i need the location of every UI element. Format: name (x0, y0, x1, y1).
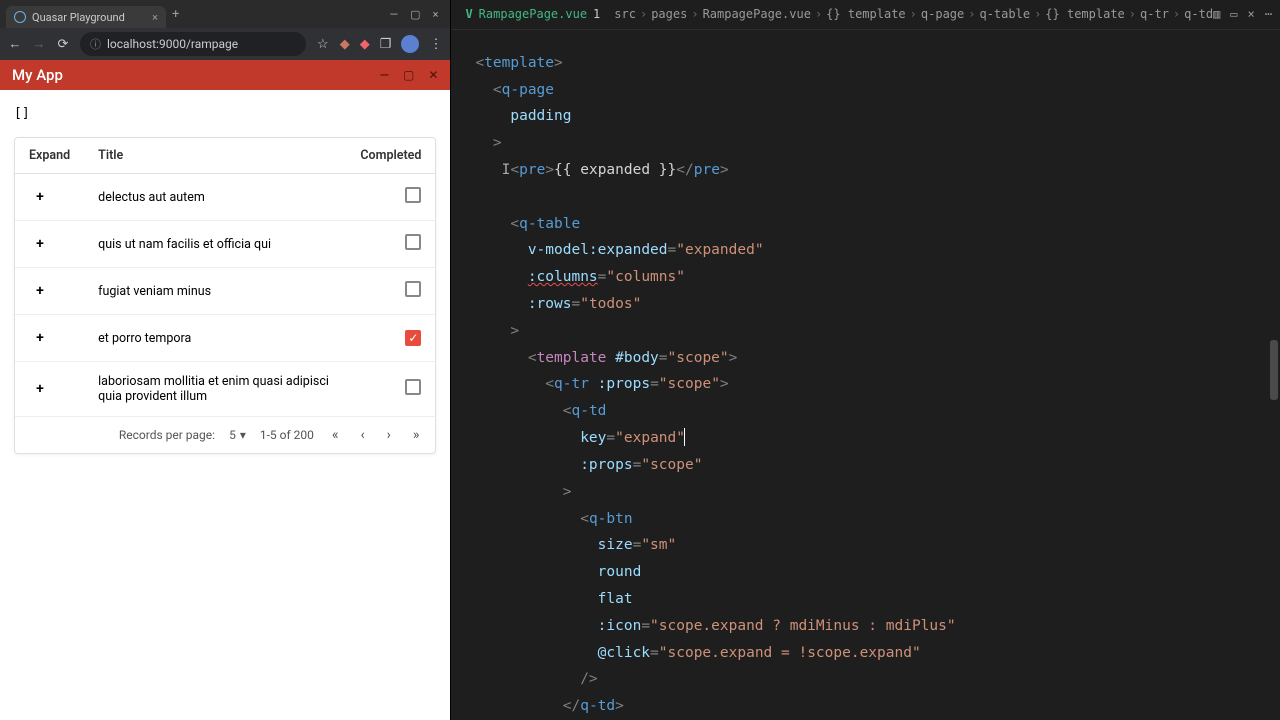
browser-tab-active[interactable]: Quasar Playground × (6, 6, 166, 28)
scrollbar-thumb[interactable] (1270, 340, 1278, 400)
crumb[interactable]: q-page (921, 7, 964, 21)
extensions-icon[interactable]: ◆ (340, 37, 350, 52)
row-title: delectus aut autem (84, 174, 346, 221)
expand-button[interactable]: + (29, 280, 51, 302)
crumb[interactable]: RampagePage.vue (703, 7, 811, 21)
table-row: + quis ut nam facilis et officia qui (15, 221, 435, 268)
prev-page-button[interactable]: ‹ (356, 427, 368, 443)
crumb[interactable]: pages (651, 7, 687, 21)
completed-checkbox[interactable] (405, 330, 421, 346)
close-window-icon[interactable]: × (433, 8, 439, 21)
code-content[interactable]: <template> <q-page padding > I<pre>{{ ex… (475, 50, 1280, 720)
site-info-icon[interactable]: ⓘ (90, 36, 101, 52)
col-expand[interactable]: Expand (15, 138, 84, 174)
completed-checkbox[interactable] (405, 187, 421, 203)
table-row: + laboriosam mollitia et enim quasi adip… (15, 362, 435, 417)
next-page-button[interactable]: › (383, 427, 395, 443)
table-row: + delectus aut autem (15, 174, 435, 221)
records-label: Records per page: (119, 428, 215, 442)
text-cursor (684, 428, 685, 446)
per-page-value: 5 (229, 428, 236, 442)
expand-button[interactable]: + (29, 233, 51, 255)
kebab-menu-icon[interactable] (429, 37, 442, 52)
favicon-icon (14, 11, 26, 23)
crumb[interactable]: {} template (826, 7, 905, 21)
crumb[interactable]: q-table (979, 7, 1030, 21)
file-tab[interactable]: V RampagePage.vue 1 (459, 7, 606, 21)
per-page-select[interactable]: 5 ▾ (229, 428, 246, 442)
vue-logo-icon: V (465, 7, 472, 21)
layout-icon[interactable]: ▭ (1230, 7, 1237, 21)
row-title: quis ut nam facilis et officia qui (84, 221, 346, 268)
expand-button[interactable]: + (29, 378, 51, 400)
new-tab-button[interactable]: + (166, 7, 185, 22)
close-tab-icon[interactable]: × (152, 11, 158, 24)
expand-button[interactable]: + (29, 327, 51, 349)
expand-button[interactable]: + (29, 186, 51, 208)
app-header: My App — ▢ ✕ (0, 60, 450, 90)
browser-tabbar: Quasar Playground × + — ▢ × (0, 0, 450, 28)
app-maximize-icon[interactable]: ▢ (403, 68, 414, 82)
browser-window: Quasar Playground × + — ▢ × ← → ⟳ ⓘ loca… (0, 0, 451, 720)
completed-checkbox[interactable] (405, 234, 421, 250)
problem-count: 1 (593, 7, 600, 21)
app-body: [] Expand Title Completed + delectus aut… (0, 90, 450, 720)
browser-toolbar: ← → ⟳ ⓘ localhost:9000/rampage ◆ ◆ ❐ (0, 28, 450, 60)
reload-button[interactable]: ⟳ (56, 37, 70, 52)
crumb[interactable]: q-tr (1140, 7, 1169, 21)
maximize-icon[interactable]: ▢ (410, 8, 420, 21)
profile-avatar[interactable] (401, 35, 419, 53)
editor-actions: ▥ ▭ × ⋯ (1213, 7, 1272, 21)
file-name: RampagePage.vue (479, 7, 587, 21)
close-editor-icon[interactable]: × (1248, 7, 1255, 21)
minimize-icon[interactable]: — (390, 8, 399, 21)
row-title: et porro tempora (84, 315, 346, 362)
code-area[interactable]: <template> <q-page padding > I<pre>{{ ex… (451, 30, 1280, 720)
table-row: + fugiat veniam minus (15, 268, 435, 315)
table-header-row: Expand Title Completed (15, 138, 435, 174)
completed-checkbox[interactable] (405, 281, 421, 297)
data-table: Expand Title Completed + delectus aut au… (14, 137, 436, 454)
table-row: + et porro tempora (15, 315, 435, 362)
table-footer: Records per page: 5 ▾ 1-5 of 200 « ‹ › » (15, 416, 435, 453)
chrome-window-controls: — ▢ × (390, 8, 445, 21)
url-text: localhost:9000/rampage (107, 37, 238, 51)
crumb[interactable]: src (614, 7, 636, 21)
last-page-button[interactable]: » (409, 427, 424, 443)
col-title[interactable]: Title (84, 138, 346, 174)
completed-checkbox[interactable] (405, 379, 421, 395)
first-page-button[interactable]: « (328, 427, 343, 443)
app-close-icon[interactable]: ✕ (428, 68, 438, 82)
editor-tabbar: V RampagePage.vue 1 src› pages› RampageP… (451, 0, 1280, 30)
app-title: My App (12, 66, 63, 84)
chevron-down-icon: ▾ (240, 428, 246, 442)
app-minimize-icon[interactable]: — (380, 68, 389, 82)
tab-title: Quasar Playground (32, 11, 146, 24)
crumb[interactable]: q-td (1184, 7, 1213, 21)
url-bar[interactable]: ⓘ localhost:9000/rampage (80, 32, 306, 56)
back-button[interactable]: ← (8, 36, 22, 52)
split-editor-icon[interactable]: ▥ (1213, 7, 1220, 21)
browser-toolbar-icons: ◆ ◆ ❐ (340, 35, 443, 53)
breadcrumb[interactable]: src› pages› RampagePage.vue› {} template… (614, 7, 1213, 21)
puzzle-icon[interactable]: ❐ (380, 37, 392, 52)
app-window-controls: — ▢ ✕ (380, 68, 439, 82)
expanded-pre: [] (14, 104, 436, 137)
row-title: fugiat veniam minus (84, 268, 346, 315)
code-editor: V RampagePage.vue 1 src› pages› RampageP… (451, 0, 1280, 720)
more-actions-icon[interactable]: ⋯ (1265, 7, 1272, 21)
crumb[interactable]: {} template (1045, 7, 1124, 21)
row-title: laboriosam mollitia et enim quasi adipis… (84, 362, 346, 417)
forward-button[interactable]: → (32, 36, 46, 52)
col-completed[interactable]: Completed (346, 138, 435, 174)
bookmark-icon[interactable] (316, 37, 330, 52)
page-range: 1-5 of 200 (260, 428, 314, 442)
extensions-icon-2[interactable]: ◆ (360, 37, 370, 52)
